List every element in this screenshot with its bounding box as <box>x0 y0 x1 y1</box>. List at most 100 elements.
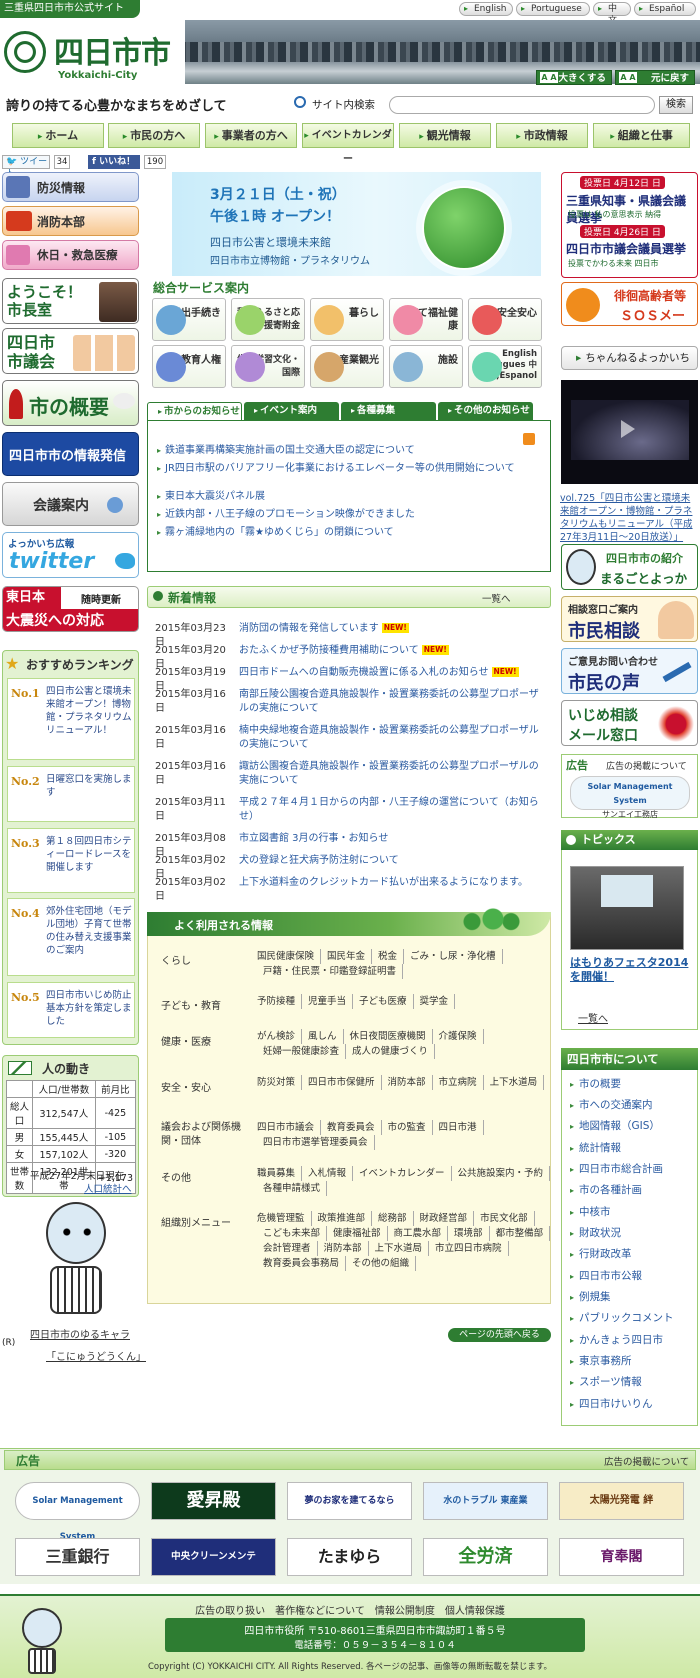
frequent-links[interactable]: 職員募集 入札情報 イベントカレンダー 公共施設案内・予約各種申請様式 <box>257 1166 552 1196</box>
frequent-links[interactable]: 危機管理監 政策推進部 総務部 財政経営部 市民文化部こども未来部 健康福祉部 商工農水部環… <box>257 1211 552 1271</box>
ad-kizuna[interactable]: 太陽光発電 絆 <box>559 1482 684 1520</box>
lang-espanol[interactable]: Español <box>634 2 696 16</box>
nav-home[interactable]: ホーム <box>12 123 104 148</box>
ad-asahi[interactable]: 夢のお家を建てるなら <box>287 1482 412 1520</box>
election-banner[interactable]: 投票日 4月12日 日 三重県知事・県議会議員選挙 投票は 私の意思表示 納得 … <box>561 172 698 278</box>
about-item[interactable]: かんきょう四日市 <box>570 1333 663 1348</box>
about-item[interactable]: 地図情報（GIS） <box>570 1119 660 1134</box>
right-ad-sponsor[interactable]: Solar Management System サンエイ工務店 <box>570 776 690 819</box>
font-reset-button[interactable]: A A 元に戻す <box>615 70 695 85</box>
footer-link[interactable]: 情報公開制度 <box>375 1606 435 1617</box>
disaster-info-button[interactable]: 防災情報 <box>2 172 139 202</box>
population-link[interactable]: 人口統計へ <box>84 1181 132 1195</box>
council-banner[interactable]: 四日市市議会 <box>2 328 139 374</box>
about-item[interactable]: パブリックコメント <box>570 1311 674 1326</box>
bullying-banner[interactable]: いじめ相談 メール窓口 <box>561 700 698 746</box>
about-item[interactable]: 四日市市公報 <box>570 1269 642 1284</box>
sos-mail-banner[interactable]: 徘徊高齢者等 ＳＯＳメール <box>561 282 698 326</box>
tab-events[interactable]: イベント案内 <box>244 402 339 420</box>
service-living[interactable]: 暮らし <box>310 298 384 341</box>
tab-city-notices[interactable]: 市からのお知らせ <box>147 402 242 420</box>
ad-mie-bank[interactable]: 三重銀行 <box>15 1538 140 1576</box>
service-procedures[interactable]: 届出手続き <box>152 298 226 341</box>
video-caption[interactable]: vol.725「四日市公害と環境未来館オープン・博物館・プラネタリウムもリニュー… <box>560 492 698 544</box>
channel-yokkaichi-link[interactable]: ▸ ちゃんねるよっかいち <box>561 346 698 370</box>
search-button[interactable]: 検索 <box>659 96 693 114</box>
lang-portuguese[interactable]: Portuguese <box>516 2 590 16</box>
footer-link[interactable]: 著作権などについて <box>275 1606 365 1617</box>
topics-photo[interactable] <box>570 866 684 950</box>
ranking-item-2[interactable]: No.2 日曜窓口を実施します <box>7 766 135 822</box>
new-info-list-link[interactable]: 一覧へ <box>482 591 511 605</box>
frequent-links[interactable]: 予防接種 児童手当 子ども医療 奨学金 <box>257 994 552 1009</box>
about-item[interactable]: 東京事務所 <box>570 1354 632 1369</box>
video-player[interactable] <box>561 380 698 484</box>
new-info-row[interactable]: 2015年03月11日 平成２７年４月１日からの内部・八王子線の運営について（お知… <box>155 796 545 826</box>
service-culture[interactable]: 生涯学習文化・国際 <box>231 345 305 388</box>
ads-link[interactable]: 広告の掲載について <box>604 1454 689 1468</box>
new-info-row[interactable]: 2015年03月02日 上下水道料金のクレジットカード払いが出来るようになります。 <box>155 876 545 906</box>
service-languages[interactable]: English Portugues 中文,Espanol <box>468 345 542 388</box>
service-industry[interactable]: 産業観光 <box>310 345 384 388</box>
nav-citizens[interactable]: 市民の方へ <box>108 123 200 148</box>
emergency-medical-button[interactable]: 休日・救急医療 <box>2 240 139 270</box>
like-button[interactable]: f いいね！ <box>88 155 140 169</box>
ad-zenrosai[interactable]: 全労済 <box>423 1538 548 1576</box>
service-education[interactable]: 教育人権 <box>152 345 226 388</box>
right-ad-link[interactable]: 広告の掲載について <box>606 759 687 772</box>
lang-chinese[interactable]: 中文 <box>593 2 631 26</box>
ad-solar[interactable]: Solar Management System <box>15 1482 140 1542</box>
new-info-row[interactable]: 2015年03月16日 諏訪公園複合遊具施設製作・設置業務委託の公募型プロポーザル… <box>155 760 545 790</box>
page-top-button[interactable]: ページの先頭へ戻る <box>448 1328 551 1342</box>
twitter-banner[interactable]: よっかいち広報 twitter <box>2 532 139 578</box>
footer-links[interactable]: 広告の取り扱い 著作権などについて 情報公開制度 個人情報保護 <box>0 1602 700 1617</box>
ranking-item-4[interactable]: No.4 郊外住宅団地（モデル団地）子育て世帯の住み替え支援事業のご案内 <box>7 898 135 976</box>
about-item[interactable]: 財政状況 <box>570 1226 621 1241</box>
font-large-button[interactable]: A A 大きくする <box>536 70 612 85</box>
news-item[interactable]: 東日本大震災パネル展 <box>157 490 527 504</box>
nav-municipal[interactable]: 市政情報 <box>496 123 588 148</box>
about-item[interactable]: 行財政改革 <box>570 1247 632 1262</box>
info-banner[interactable]: 四日市市の情報発信 <box>2 432 139 476</box>
about-item[interactable]: 四日市市総合計画 <box>570 1162 663 1177</box>
mascot-caption[interactable]: 四日市市のゆるキャラ <box>30 1326 130 1341</box>
topics-link[interactable]: はもりあフェスタ2014を開催！ <box>570 956 690 984</box>
service-facilities[interactable]: 施設 <box>389 345 463 388</box>
frequent-links[interactable]: 防災対策 四日市市保健所 消防本部 市立病院 上下水道局 <box>257 1075 552 1090</box>
citizen-voice-banner[interactable]: ご意見お問い合わせ 市民の声 <box>561 648 698 694</box>
nav-events[interactable]: イベントカレンダー <box>302 123 394 165</box>
service-childcare[interactable]: 子育て福祉健康 <box>389 298 463 341</box>
nav-business[interactable]: 事業者の方へ <box>205 123 297 148</box>
footer-link[interactable]: 広告の取り扱い <box>195 1606 265 1617</box>
hero-banner[interactable]: 3月２１日（土・祝） 午後１時 オープン！ 四日市公害と環境未来館 四日市市立博… <box>172 172 541 276</box>
tweet-button[interactable]: 🐦 ツイート <box>2 155 50 179</box>
new-info-row[interactable]: 2015年03月19日 四日市ドームへの自動販売機設置に係る入札のお知らせ NEW! <box>155 666 545 692</box>
frequent-links[interactable]: がん検診 風しん 休日夜間医療機関 介護保険妊婦一般健康診査 成人の健康づくり <box>257 1029 552 1059</box>
ad-tamayura[interactable]: たまゆら <box>287 1538 412 1576</box>
about-item[interactable]: 市への交通案内 <box>570 1098 653 1113</box>
search-input[interactable] <box>389 96 655 114</box>
city-intro-banner[interactable]: 四日市市の紹介 まるごとよっかいち <box>561 544 698 590</box>
about-item[interactable]: 市の概要 <box>570 1077 621 1092</box>
ranking-item-3[interactable]: No.3 第１８回四日市シティーロードレースを開催します <box>7 828 135 893</box>
ranking-item-5[interactable]: No.5 四日市市いじめ防止基本方針を策定しました <box>7 982 135 1038</box>
consult-banner[interactable]: 相談窓口ご案内 市民相談 <box>561 596 698 642</box>
service-safety[interactable]: 安全安心 <box>468 298 542 341</box>
frequent-links[interactable]: 国民健康保険 国民年金 税金 ごみ・し尿・浄化槽戸籍・住民票・印鑑登録証明書 <box>257 949 552 979</box>
fire-dept-button[interactable]: 消防本部 <box>2 206 139 236</box>
earthquake-banner[interactable]: 東日本 随時更新 大震災への対応 <box>2 586 139 632</box>
new-info-row[interactable]: 2015年03月20日 おたふくかぜ予防接種費用補助について NEW! <box>155 644 545 670</box>
nav-organization[interactable]: 組織と仕事 <box>593 123 690 148</box>
mascot-name[interactable]: 「こにゅうどうくん」 <box>46 1348 146 1363</box>
city-logo[interactable]: 四日市市 Yokkaichi-City <box>0 20 185 86</box>
news-item[interactable]: 鉄道事業再構築実施計画の国土交通大臣の認定について <box>157 444 527 458</box>
about-item[interactable]: 例規集 <box>570 1290 611 1305</box>
ad-higashi[interactable]: 水のトラブル 東産業 <box>423 1482 548 1520</box>
nav-tourism[interactable]: 観光情報 <box>399 123 491 148</box>
ad-ikuhoukaku[interactable]: 育奉閣 <box>559 1538 684 1576</box>
ranking-item-1[interactable]: No.1 四日市公害と環境未来館オープン！博物館・プラネタリウムリニューアル！ <box>7 678 135 760</box>
meeting-banner[interactable]: 会議案内 <box>2 482 139 526</box>
service-tax[interactable]: 税金ふるさと応援寄附金 <box>231 298 305 341</box>
mascot-image[interactable] <box>38 1202 114 1324</box>
footer-link[interactable]: 個人情報保護 <box>445 1606 505 1617</box>
